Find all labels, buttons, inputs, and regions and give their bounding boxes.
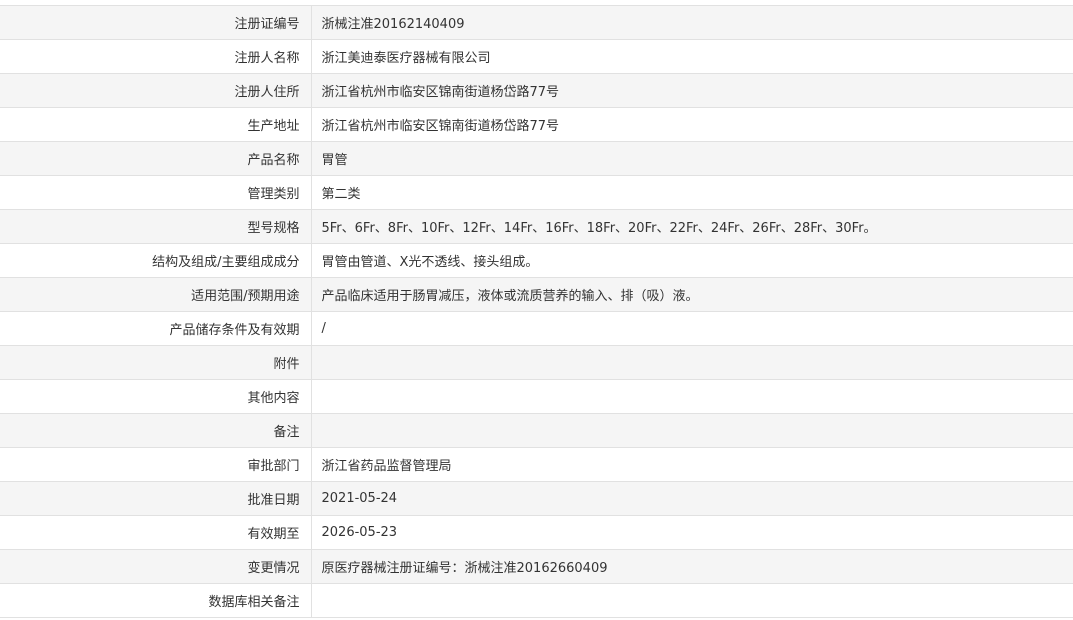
field-label: 注册证编号 — [0, 5, 312, 40]
field-value: / — [311, 311, 1073, 346]
field-label: 产品名称 — [0, 141, 312, 176]
field-label: 有效期至 — [0, 515, 312, 550]
field-label: 数据库相关备注 — [0, 583, 312, 618]
field-value: 原医疗器械注册证编号：浙械注准20162660409 — [311, 549, 1073, 584]
field-label: 型号规格 — [0, 209, 312, 244]
field-label: 注册人住所 — [0, 73, 312, 108]
table-row: 注册人名称 浙江美迪泰医疗器械有限公司 — [0, 39, 1073, 74]
table-row: 有效期至 2026-05-23 — [0, 515, 1073, 550]
registration-detail-table: 注册证编号 浙械注准20162140409 注册人名称 浙江美迪泰医疗器械有限公… — [0, 5, 1073, 618]
field-value — [311, 413, 1073, 448]
field-label: 变更情况 — [0, 549, 312, 584]
table-row: 生产地址 浙江省杭州市临安区锦南街道杨岱路77号 — [0, 107, 1073, 142]
table-row: 备注 — [0, 413, 1073, 448]
field-value: 2026-05-23 — [311, 515, 1073, 550]
field-label: 生产地址 — [0, 107, 312, 142]
field-label: 适用范围/预期用途 — [0, 277, 312, 312]
table-row: 结构及组成/主要组成成分 胃管由管道、X光不透线、接头组成。 — [0, 243, 1073, 278]
field-value: 胃管由管道、X光不透线、接头组成。 — [311, 243, 1073, 278]
field-value — [311, 345, 1073, 380]
field-label: 批准日期 — [0, 481, 312, 516]
field-label: 备注 — [0, 413, 312, 448]
field-value — [311, 379, 1073, 414]
field-value: 浙江省杭州市临安区锦南街道杨岱路77号 — [311, 73, 1073, 108]
field-value: 第二类 — [311, 175, 1073, 210]
field-label: 注册人名称 — [0, 39, 312, 74]
table-row: 型号规格 5Fr、6Fr、8Fr、10Fr、12Fr、14Fr、16Fr、18F… — [0, 209, 1073, 244]
field-label: 产品储存条件及有效期 — [0, 311, 312, 346]
table-row: 产品名称 胃管 — [0, 141, 1073, 176]
table-row: 变更情况 原医疗器械注册证编号：浙械注准20162660409 — [0, 549, 1073, 584]
field-value: 浙江美迪泰医疗器械有限公司 — [311, 39, 1073, 74]
field-value: 浙江省药品监督管理局 — [311, 447, 1073, 482]
field-value: 浙江省杭州市临安区锦南街道杨岱路77号 — [311, 107, 1073, 142]
field-label: 审批部门 — [0, 447, 312, 482]
field-label: 附件 — [0, 345, 312, 380]
table-row: 数据库相关备注 — [0, 583, 1073, 618]
field-value: 产品临床适用于肠胃减压，液体或流质营养的输入、排（吸）液。 — [311, 277, 1073, 312]
table-row: 管理类别 第二类 — [0, 175, 1073, 210]
field-value: 2021-05-24 — [311, 481, 1073, 516]
field-value: 5Fr、6Fr、8Fr、10Fr、12Fr、14Fr、16Fr、18Fr、20F… — [311, 209, 1073, 244]
table-row: 产品储存条件及有效期 / — [0, 311, 1073, 346]
field-label: 其他内容 — [0, 379, 312, 414]
field-value: 浙械注准20162140409 — [311, 5, 1073, 40]
table-row: 附件 — [0, 345, 1073, 380]
field-label: 结构及组成/主要组成成分 — [0, 243, 312, 278]
table-row: 审批部门 浙江省药品监督管理局 — [0, 447, 1073, 482]
table-row: 适用范围/预期用途 产品临床适用于肠胃减压，液体或流质营养的输入、排（吸）液。 — [0, 277, 1073, 312]
field-value — [311, 583, 1073, 618]
table-row: 批准日期 2021-05-24 — [0, 481, 1073, 516]
table-row: 注册证编号 浙械注准20162140409 — [0, 5, 1073, 40]
table-row: 其他内容 — [0, 379, 1073, 414]
table-row: 注册人住所 浙江省杭州市临安区锦南街道杨岱路77号 — [0, 73, 1073, 108]
field-value: 胃管 — [311, 141, 1073, 176]
field-label: 管理类别 — [0, 175, 312, 210]
